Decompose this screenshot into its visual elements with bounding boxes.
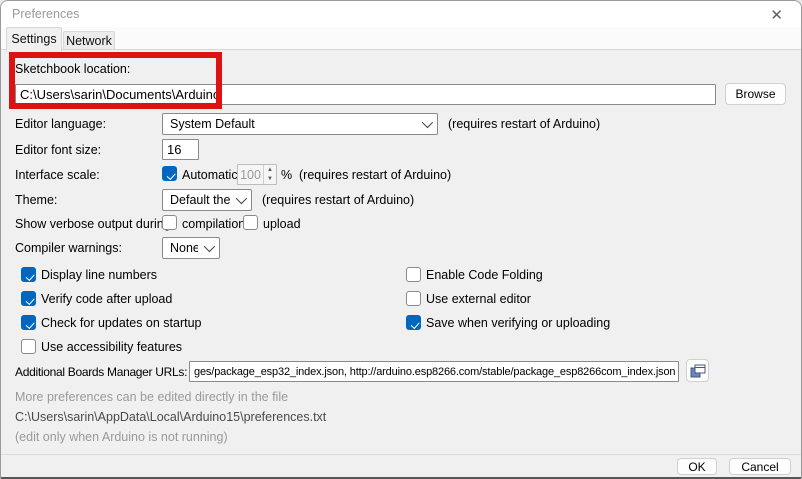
- theme-select[interactable]: Default theme: [162, 189, 252, 211]
- cancel-button[interactable]: Cancel: [729, 458, 791, 475]
- tab-settings[interactable]: Settings: [6, 27, 62, 51]
- preferences-file-path: C:\Users\sarin\AppData\Local\Arduino15\p…: [15, 410, 326, 424]
- theme-hint: (requires restart of Arduino): [262, 193, 414, 207]
- spinner-up-icon[interactable]: ▲: [264, 165, 276, 175]
- theme-label: Theme:: [15, 193, 57, 207]
- chevron-down-icon: [204, 241, 215, 252]
- scale-value-spinner[interactable]: 100 ▲ ▼: [237, 164, 277, 185]
- compiler-warnings-value: None: [170, 241, 198, 255]
- overlapping-windows-icon: [690, 364, 706, 378]
- boards-manager-urls-input[interactable]: ges/package_esp32_index.json, http://ard…: [189, 361, 679, 382]
- accessibility-features-checkbox[interactable]: [21, 339, 36, 354]
- save-when-verifying-checkbox[interactable]: [406, 315, 421, 330]
- interface-scale-hint: (requires restart of Arduino): [299, 168, 451, 182]
- chevron-down-icon: [236, 193, 247, 204]
- editor-font-size-input[interactable]: 16: [162, 139, 199, 160]
- browse-button[interactable]: Browse: [725, 83, 786, 105]
- close-icon[interactable]: ✕: [764, 5, 789, 25]
- theme-value: Default theme: [170, 193, 230, 207]
- footer-note-line3: (edit only when Arduino is not running): [15, 430, 228, 444]
- editor-language-hint: (requires restart of Arduino): [448, 117, 600, 131]
- accessibility-features-label: Use accessibility features: [41, 340, 182, 354]
- tab-network[interactable]: Network: [63, 31, 115, 50]
- dialog-title: Preferences: [12, 7, 79, 21]
- ok-button[interactable]: OK: [677, 458, 717, 475]
- tab-strip: Settings Network: [1, 27, 801, 50]
- upload-checkbox[interactable]: [243, 215, 258, 230]
- editor-language-select[interactable]: System Default: [162, 113, 438, 135]
- save-when-verifying-label: Save when verifying or uploading: [426, 316, 610, 330]
- compilation-checkbox[interactable]: [162, 215, 177, 230]
- automatic-scale-checkbox[interactable]: [162, 166, 177, 181]
- footer-note-line1: More preferences can be edited directly …: [15, 390, 288, 404]
- interface-scale-label: Interface scale:: [15, 168, 100, 182]
- spinner-down-icon[interactable]: ▼: [264, 175, 276, 185]
- spinner-arrows: ▲ ▼: [263, 165, 276, 184]
- automatic-scale-checkbox-label: Automatic: [182, 168, 238, 182]
- footer-divider: [1, 454, 801, 455]
- title-bar: Preferences ✕: [1, 1, 801, 27]
- check-for-updates-label: Check for updates on startup: [41, 316, 202, 330]
- compiler-warnings-label: Compiler warnings:: [15, 241, 122, 255]
- display-line-numbers-label: Display line numbers: [41, 268, 157, 282]
- editor-language-value: System Default: [170, 117, 416, 131]
- scale-value: 100: [238, 165, 263, 184]
- enable-code-folding-label: Enable Code Folding: [426, 268, 543, 282]
- boards-manager-urls-label: Additional Boards Manager URLs:: [15, 365, 187, 379]
- use-external-editor-checkbox[interactable]: [406, 291, 421, 306]
- open-urls-editor-button[interactable]: [686, 359, 709, 382]
- use-external-editor-label: Use external editor: [426, 292, 531, 306]
- verbose-output-label: Show verbose output during:: [15, 217, 174, 231]
- editor-font-size-label: Editor font size:: [15, 143, 101, 157]
- percent-sign: %: [281, 168, 292, 182]
- compiler-warnings-select[interactable]: None: [162, 237, 220, 259]
- compilation-checkbox-label: compilation: [182, 217, 245, 231]
- enable-code-folding-checkbox[interactable]: [406, 267, 421, 282]
- sketchbook-location-label: Sketchbook location:: [15, 62, 130, 76]
- check-for-updates-checkbox[interactable]: [21, 315, 36, 330]
- verify-code-after-upload-checkbox[interactable]: [21, 291, 36, 306]
- preferences-dialog: Preferences ✕ Settings Network Sketchboo…: [0, 0, 802, 479]
- sketchbook-location-input[interactable]: C:\Users\sarin\Documents\Arduino: [15, 84, 716, 105]
- display-line-numbers-checkbox[interactable]: [21, 267, 36, 282]
- upload-checkbox-label: upload: [263, 217, 301, 231]
- editor-language-label: Editor language:: [15, 117, 106, 131]
- chevron-down-icon: [422, 117, 433, 128]
- verify-code-after-upload-label: Verify code after upload: [41, 292, 172, 306]
